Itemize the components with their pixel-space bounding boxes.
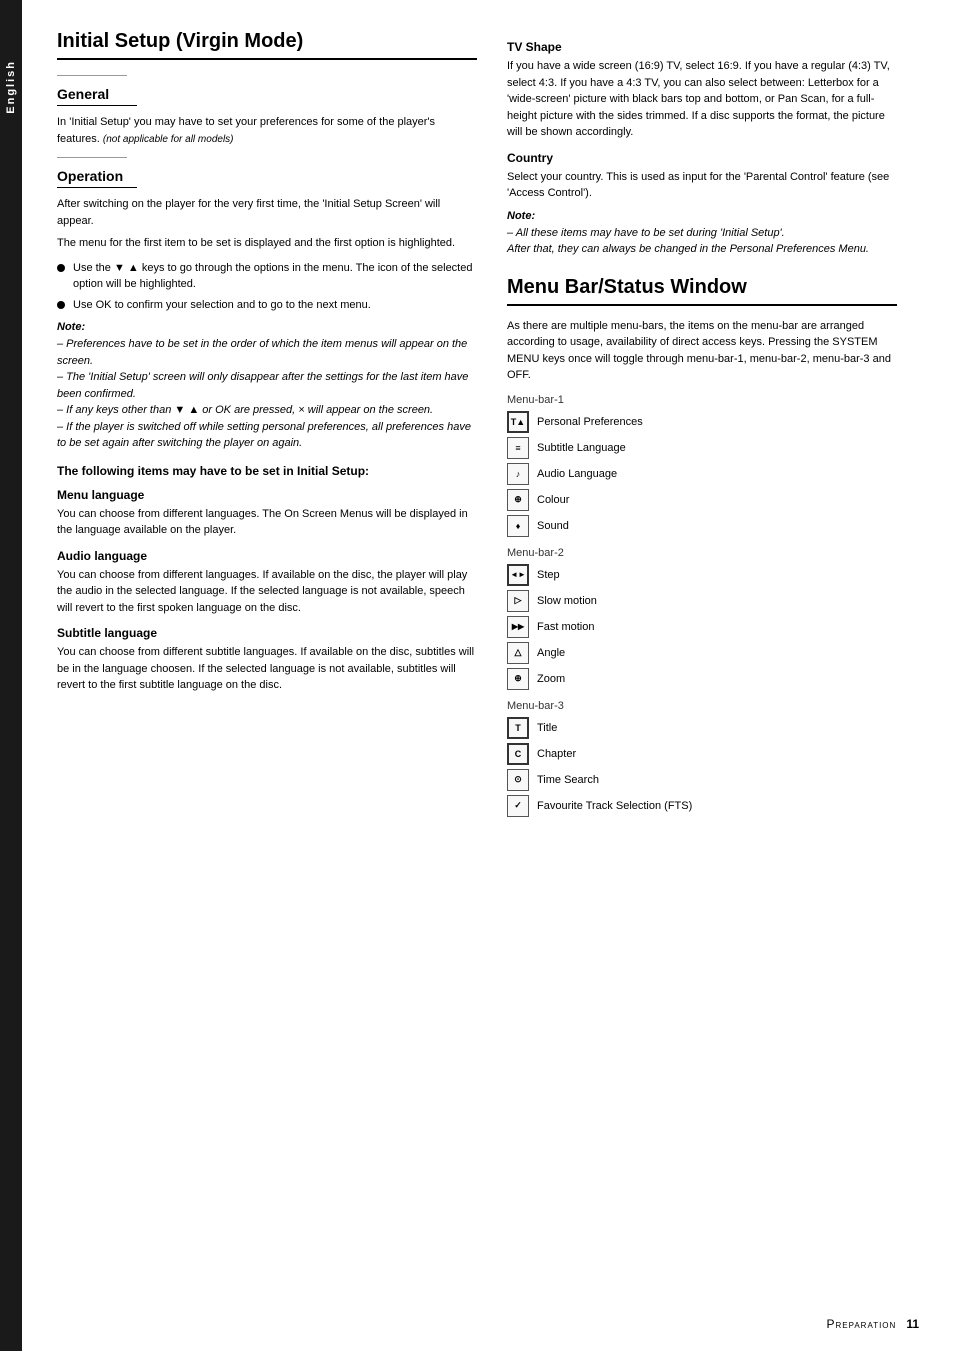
tv-shape-text: If you have a wide screen (16:9) TV, sel… <box>507 58 897 141</box>
menu-bar-2-list: ◄► Step ▷ Slow motion ▶▶ Fast motion △ A… <box>507 564 897 690</box>
slow-motion-label: Slow motion <box>537 595 597 607</box>
time-search-icon: ⊙ <box>507 769 529 791</box>
operation-note-item-3: – If any keys other than ▼ ▲ or OK are p… <box>57 402 477 419</box>
angle-label: Angle <box>537 647 565 659</box>
subtitle-lang-icon: ≡ <box>507 437 529 459</box>
operation-note-title: Note: <box>57 321 477 333</box>
menu-bar-1-item-4: ♦ Sound <box>507 515 897 537</box>
menu-bar-2-item-0: ◄► Step <box>507 564 897 586</box>
fast-motion-icon: ▶▶ <box>507 616 529 638</box>
title-label: Title <box>537 722 557 734</box>
menu-bar-2-item-3: △ Angle <box>507 642 897 664</box>
subtitle-language-title: Subtitle language <box>57 626 477 640</box>
audio-language-text: You can choose from different languages.… <box>57 567 477 617</box>
right-note-line1: – All these items may have to be set dur… <box>507 225 897 242</box>
page-title: Initial Setup (Virgin Mode) <box>57 30 477 60</box>
menu-bar-3-list: T Title C Chapter ⊙ Time Search ✓ Favour… <box>507 717 897 817</box>
general-section-title: General <box>57 86 137 106</box>
right-note: Note: – All these items may have to be s… <box>507 210 897 258</box>
country-title: Country <box>507 151 897 165</box>
right-note-title: Note: <box>507 210 897 222</box>
subtitle-lang-label: Subtitle Language <box>537 442 626 454</box>
menu-bar-3-label: Menu-bar-3 <box>507 700 897 712</box>
zoom-icon: ⊕ <box>507 668 529 690</box>
step-label: Step <box>537 569 560 581</box>
step-icon: ◄► <box>507 564 529 586</box>
audio-lang-icon: ♪ <box>507 463 529 485</box>
menu-bar-section-title: Menu Bar/Status Window <box>507 276 897 306</box>
operation-note: Note: – Preferences have to be set in th… <box>57 321 477 452</box>
angle-icon: △ <box>507 642 529 664</box>
menu-bar-1-label: Menu-bar-1 <box>507 394 897 406</box>
menu-bar-1-item-0: T▲ Personal Preferences <box>507 411 897 433</box>
bullet-item-1: Use the ▼ ▲ keys to go through the optio… <box>57 260 477 293</box>
operation-section-title: Operation <box>57 168 137 188</box>
menu-bar-1-item-2: ♪ Audio Language <box>507 463 897 485</box>
chapter-icon: C <box>507 743 529 765</box>
right-column: TV Shape If you have a wide screen (16:9… <box>507 30 897 1321</box>
subtitle-language-text: You can choose from different subtitle l… <box>57 644 477 694</box>
menu-bar-2-label: Menu-bar-2 <box>507 547 897 559</box>
colour-icon: ⊕ <box>507 489 529 511</box>
following-items-header: The following items may have to be set i… <box>57 464 477 478</box>
general-italic-note: (not applicable for all models) <box>103 134 234 145</box>
fts-icon: ✓ <box>507 795 529 817</box>
bullet-item-2: Use OK to confirm your selection and to … <box>57 297 477 314</box>
preparation-label: Preparation <box>826 1317 896 1331</box>
sound-icon: ♦ <box>507 515 529 537</box>
menu-bar-intro: As there are multiple menu-bars, the ite… <box>507 318 897 384</box>
side-tab: English <box>0 0 22 1351</box>
operation-para1: After switching on the player for the ve… <box>57 196 477 229</box>
general-paragraph: In 'Initial Setup' you may have to set y… <box>57 114 477 147</box>
menu-language-text: You can choose from different languages.… <box>57 506 477 539</box>
operation-note-item-2: – The 'Initial Setup' screen will only d… <box>57 369 477 402</box>
audio-language-title: Audio language <box>57 549 477 563</box>
slow-motion-icon: ▷ <box>507 590 529 612</box>
right-note-line2: After that, they can always be changed i… <box>507 241 897 258</box>
page-number: 11 <box>906 1317 919 1331</box>
fts-label: Favourite Track Selection (FTS) <box>537 800 692 812</box>
menu-bar-2-item-2: ▶▶ Fast motion <box>507 616 897 638</box>
menu-bar-1-list: T▲ Personal Preferences ≡ Subtitle Langu… <box>507 411 897 537</box>
footer: Preparation 11 <box>826 1317 919 1331</box>
bullet-dot-2 <box>57 301 65 309</box>
operation-note-item-1: – Preferences have to be set in the orde… <box>57 336 477 369</box>
operation-bullets: Use the ▼ ▲ keys to go through the optio… <box>57 260 477 314</box>
sound-label: Sound <box>537 520 569 532</box>
country-text: Select your country. This is used as inp… <box>507 169 897 202</box>
menu-bar-1-item-3: ⊕ Colour <box>507 489 897 511</box>
menu-bar-1-item-1: ≡ Subtitle Language <box>507 437 897 459</box>
title-icon: T <box>507 717 529 739</box>
menu-language-title: Menu language <box>57 488 477 502</box>
personal-pref-label: Personal Preferences <box>537 416 643 428</box>
time-search-label: Time Search <box>537 774 599 786</box>
bullet-dot-1 <box>57 264 65 272</box>
operation-para2: The menu for the first item to be set is… <box>57 235 477 252</box>
zoom-label: Zoom <box>537 673 565 685</box>
menu-bar-2-item-4: ⊕ Zoom <box>507 668 897 690</box>
fast-motion-label: Fast motion <box>537 621 594 633</box>
side-tab-label: English <box>5 60 17 114</box>
menu-bar-2-item-1: ▷ Slow motion <box>507 590 897 612</box>
tv-shape-title: TV Shape <box>507 40 897 54</box>
menu-bar-3-item-0: T Title <box>507 717 897 739</box>
personal-pref-icon: T▲ <box>507 411 529 433</box>
colour-label: Colour <box>537 494 569 506</box>
operation-note-item-4: – If the player is switched off while se… <box>57 419 477 452</box>
main-content: Initial Setup (Virgin Mode) General In '… <box>22 0 954 1351</box>
menu-bar-3-item-2: ⊙ Time Search <box>507 769 897 791</box>
audio-lang-label: Audio Language <box>537 468 617 480</box>
menu-bar-3-item-3: ✓ Favourite Track Selection (FTS) <box>507 795 897 817</box>
chapter-label: Chapter <box>537 748 576 760</box>
menu-bar-3-item-1: C Chapter <box>507 743 897 765</box>
left-column: Initial Setup (Virgin Mode) General In '… <box>57 30 477 1321</box>
